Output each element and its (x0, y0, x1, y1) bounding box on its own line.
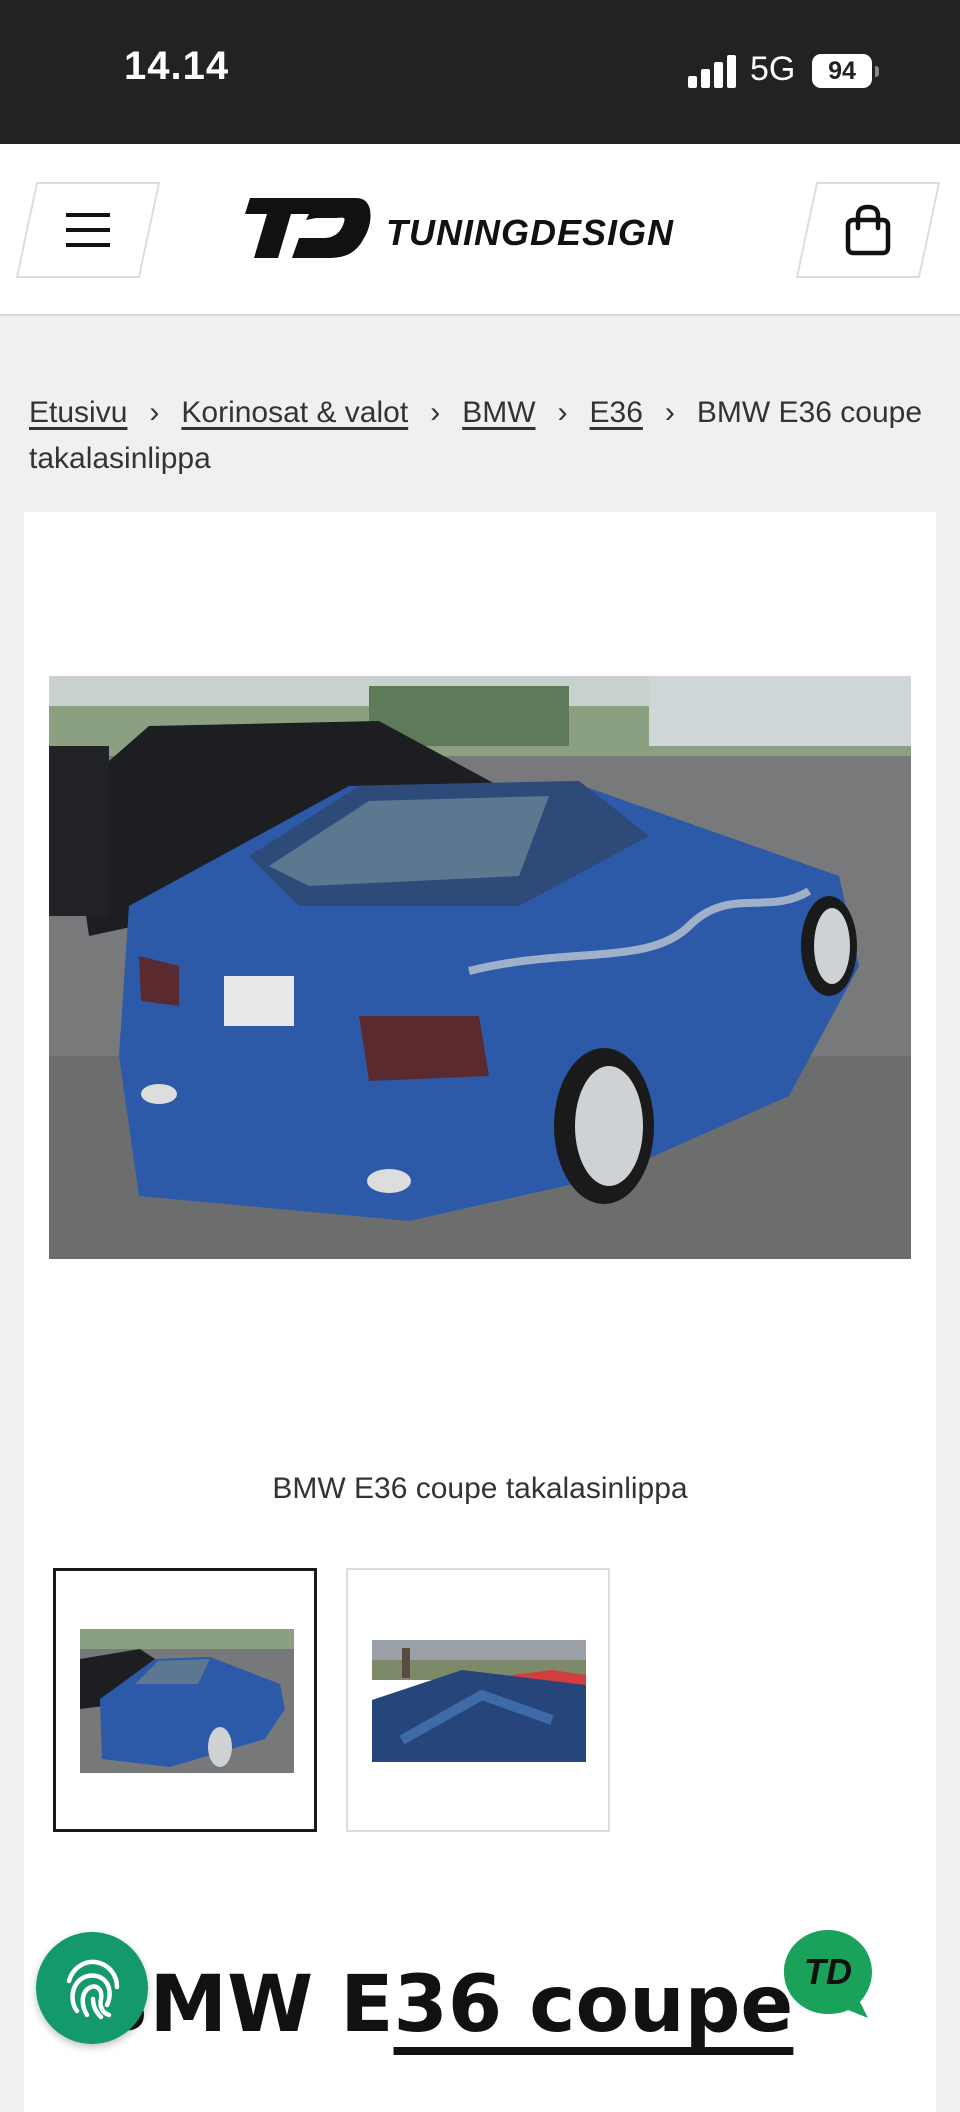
shopping-bag-icon (845, 204, 891, 256)
cookie-consent-button[interactable] (36, 1932, 148, 2044)
hamburger-menu-icon (66, 213, 110, 247)
chevron-right-icon: › (664, 396, 675, 429)
breadcrumb-link-e36[interactable]: E36 (590, 396, 643, 429)
cellular-signal-icon (688, 54, 738, 88)
breadcrumb: Etusivu › Korinosat & valot › BMW › E36 › BMW E3… (29, 390, 929, 482)
breadcrumb-link-body-parts[interactable]: Korinosat & valot (181, 396, 408, 429)
product-gallery-card: BMW E36 coupe takalasinlippa (24, 512, 936, 2112)
breadcrumb-link-bmw[interactable]: BMW (462, 396, 535, 429)
battery-level: 94 (828, 56, 856, 85)
site-header: TUNINGDESIGN (0, 144, 960, 316)
image-caption: BMW E36 coupe takalasinlippa (272, 1472, 688, 1505)
brand-wordmark: TUNINGDESIGN (386, 212, 674, 253)
menu-button[interactable] (15, 182, 161, 278)
battery-icon: 94 (812, 54, 879, 88)
chevron-right-icon: › (430, 396, 441, 429)
status-time: 14.14 (124, 44, 230, 88)
fingerprint-icon (66, 1959, 120, 2020)
product-title: BMW E36 coupe (90, 1960, 794, 2050)
td-logo-mark: TUNINGDESIGN (245, 198, 674, 258)
product-main-image[interactable] (49, 676, 911, 1259)
thumbnail-1[interactable] (53, 1568, 317, 1832)
chat-logo-text: TD (804, 1951, 852, 1992)
status-bar: 14.14 5G 94 (0, 0, 960, 144)
chat-bubble-icon: TD (784, 1930, 872, 2018)
chevron-right-icon: › (149, 396, 160, 429)
chat-button[interactable]: TD (780, 1926, 876, 2022)
cart-button[interactable] (795, 182, 941, 278)
thumbnail-2[interactable] (346, 1568, 610, 1832)
breadcrumb-link-home[interactable]: Etusivu (29, 396, 127, 429)
thumbnail-image (372, 1640, 586, 1762)
thumbnail-image (80, 1629, 294, 1773)
chevron-right-icon: › (557, 396, 568, 429)
network-type: 5G (750, 50, 796, 88)
brand-logo[interactable]: TUNINGDESIGN (236, 196, 726, 262)
